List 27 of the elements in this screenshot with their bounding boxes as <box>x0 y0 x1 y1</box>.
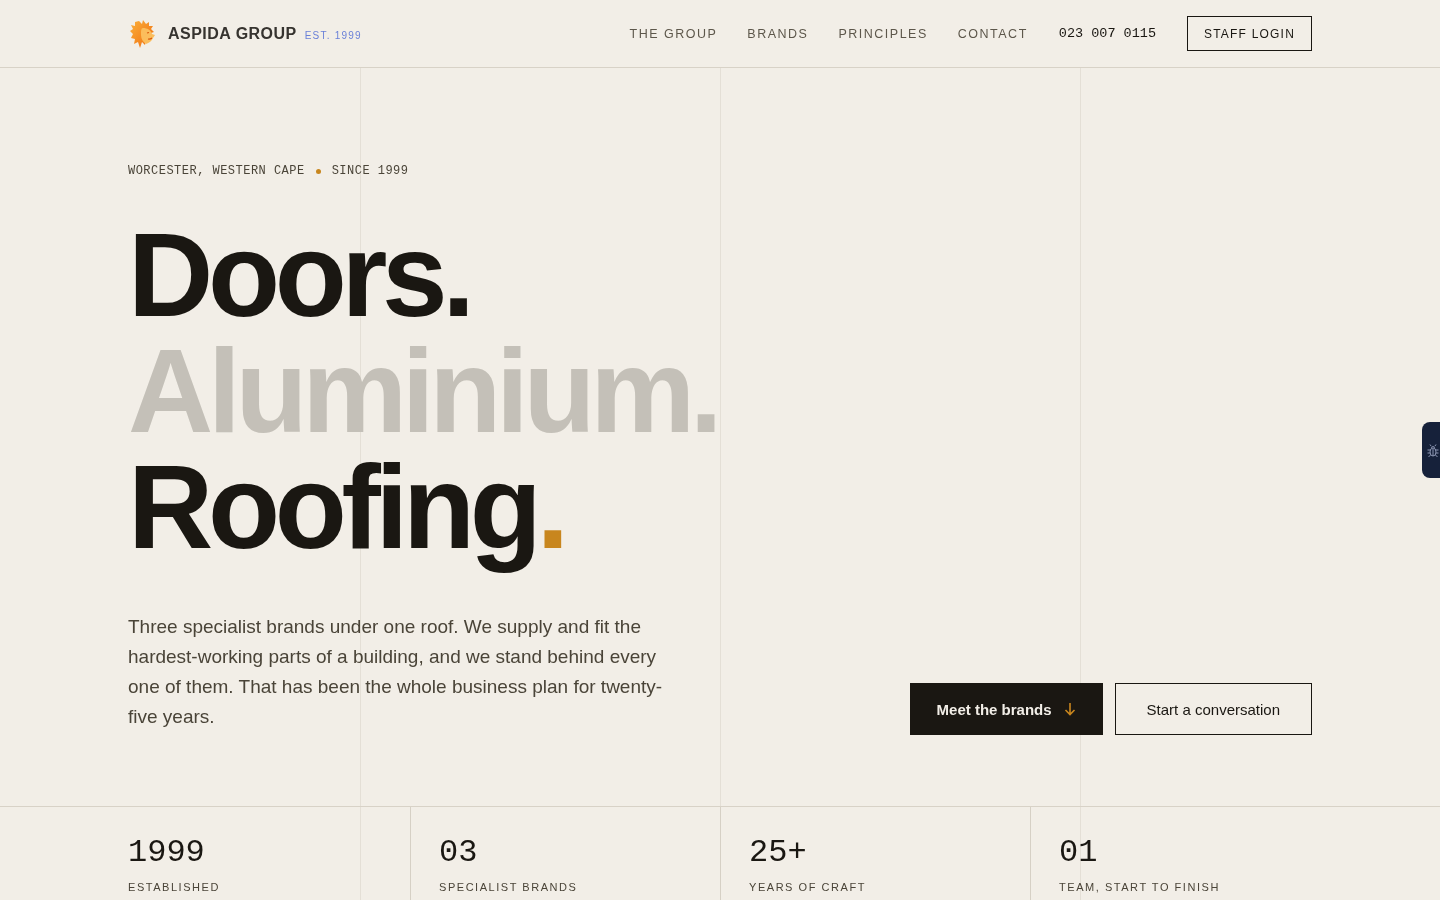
stat-label: TEAM, START TO FINISH <box>1059 881 1220 893</box>
meet-brands-button[interactable]: Meet the brands <box>909 683 1103 735</box>
headline-line: Doors. <box>128 217 471 333</box>
nav-link[interactable]: CONTACT <box>957 26 1028 41</box>
eyebrow-text: SINCE 1999 <box>331 163 409 179</box>
stat-value: 03 <box>439 837 478 869</box>
stat-value: 01 <box>1059 837 1098 869</box>
stat-value: 1999 <box>128 837 205 869</box>
nav-link[interactable]: THE GROUP <box>629 26 718 41</box>
established-tag: EST. 1999 <box>304 29 362 41</box>
headline-line: Roofing. <box>128 449 565 575</box>
bug-icon <box>1427 443 1439 457</box>
eyebrow-text: WORCESTER, WESTERN CAPE <box>128 163 305 179</box>
separator-dot-icon <box>315 168 321 174</box>
intro-paragraph: Three specialist brands under one roof. We supply and fit the hardest-working parts of a building, and we stand behind every one of them. That has been the whole business plan for twenty-five years. <box>128 615 664 729</box>
brand-name[interactable]: ASPIDA GROUP <box>168 24 297 43</box>
arrow-down-icon <box>1063 702 1076 716</box>
nav-link[interactable]: BRANDS <box>747 26 809 41</box>
phone-link[interactable]: 023 007 0115 <box>1058 26 1156 41</box>
staff-login-button[interactable]: STAFF LOGIN <box>1187 16 1312 51</box>
stat-label: SPECIALIST BRANDS <box>439 881 578 893</box>
conversation-button[interactable]: Start a conversation <box>1114 683 1312 735</box>
stat-label: ESTABLISHED <box>128 881 220 893</box>
debug-tab[interactable] <box>1422 422 1440 478</box>
stat-label: YEARS OF CRAFT <box>749 881 866 893</box>
stat-value: 25+ <box>749 837 807 869</box>
nav-link[interactable]: PRINCIPLES <box>838 26 928 41</box>
